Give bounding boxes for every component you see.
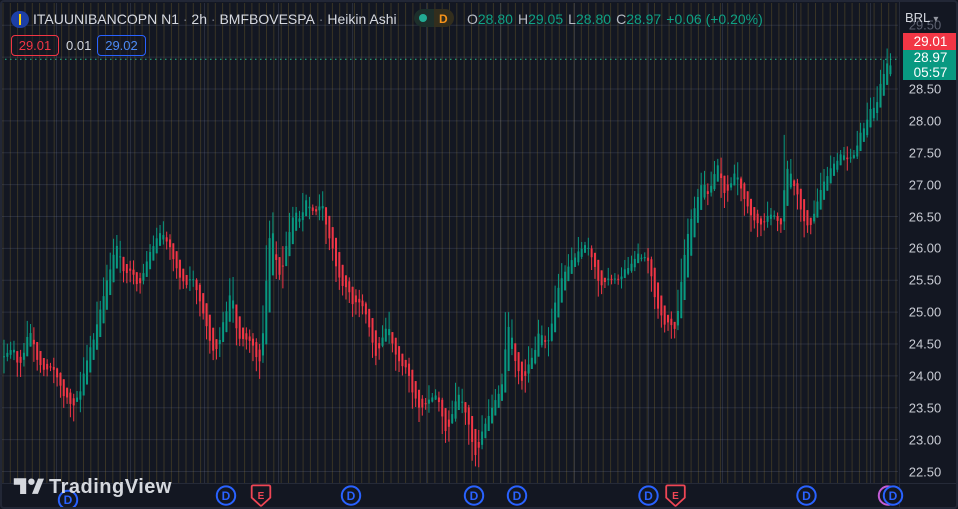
svg-text:D: D — [513, 489, 522, 503]
svg-text:D: D — [347, 489, 356, 503]
svg-text:D: D — [222, 489, 231, 503]
svg-text:E: E — [672, 491, 679, 502]
svg-text:D: D — [644, 489, 653, 503]
svg-text:D: D — [802, 489, 811, 503]
svg-text:D: D — [470, 489, 479, 503]
svg-text:D: D — [889, 489, 898, 503]
svg-text:E: E — [258, 491, 265, 502]
